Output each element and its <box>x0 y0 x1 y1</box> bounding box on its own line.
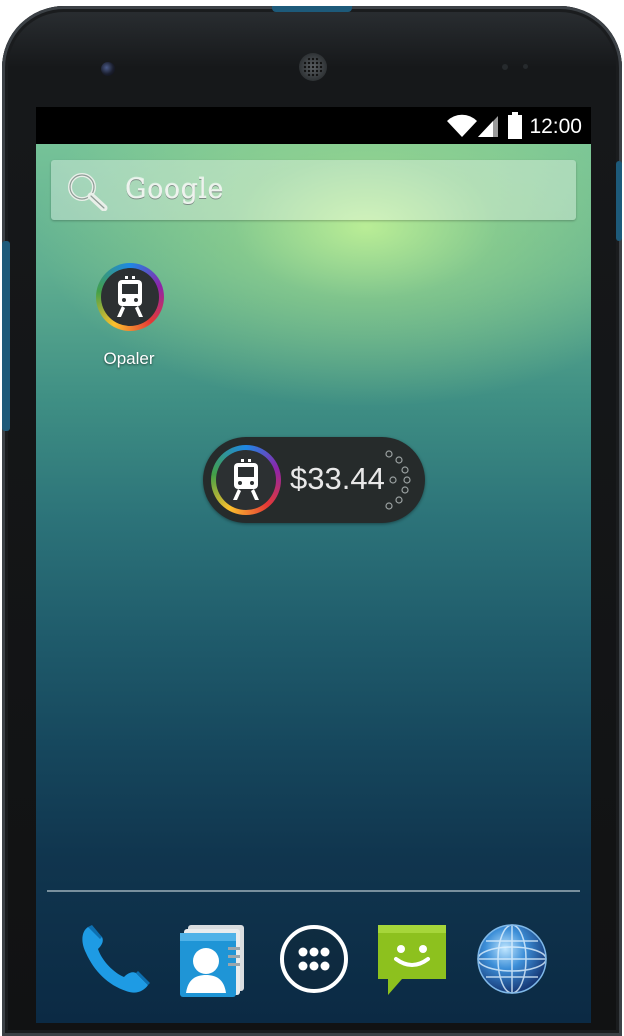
status-clock: 12:00 <box>529 115 582 138</box>
messaging-icon <box>378 925 446 995</box>
earpiece-speaker <box>299 53 327 81</box>
light-sensor <box>523 64 528 69</box>
train-icon <box>233 459 259 500</box>
train-icon <box>117 276 143 317</box>
home-screen: 12:00 Google Opaler $33.44 <box>36 107 591 1023</box>
proximity-sensor <box>502 64 508 70</box>
app-drawer-icon <box>280 925 348 993</box>
search-icon <box>68 173 108 211</box>
dock-contacts[interactable] <box>172 919 252 999</box>
wifi-icon <box>447 114 477 137</box>
dock-divider <box>47 890 580 892</box>
dock-browser[interactable] <box>472 919 552 999</box>
dock-messaging[interactable] <box>372 919 452 999</box>
opal-balance-widget[interactable]: $33.44 <box>203 437 425 523</box>
phone-top-rim <box>272 6 352 12</box>
card-balance: $33.44 <box>290 461 385 496</box>
volume-button <box>2 241 10 431</box>
dock-phone[interactable] <box>74 919 154 999</box>
phone-icon <box>82 925 150 993</box>
status-bar: 12:00 <box>36 107 591 144</box>
front-camera <box>101 62 115 76</box>
search-bar-label: Google <box>125 174 224 205</box>
browser-globe-icon <box>477 924 547 994</box>
power-button <box>616 161 622 241</box>
dock-app-drawer[interactable] <box>274 919 354 999</box>
battery-icon <box>508 112 522 139</box>
phone-frame: 12:00 Google Opaler $33.44 <box>2 6 622 1036</box>
loading-spinner-icon[interactable] <box>383 448 419 512</box>
app-label-opaler: Opaler <box>103 349 155 368</box>
signal-icon <box>478 116 498 137</box>
google-search-bar[interactable]: Google <box>51 160 576 220</box>
contacts-icon <box>180 925 244 997</box>
